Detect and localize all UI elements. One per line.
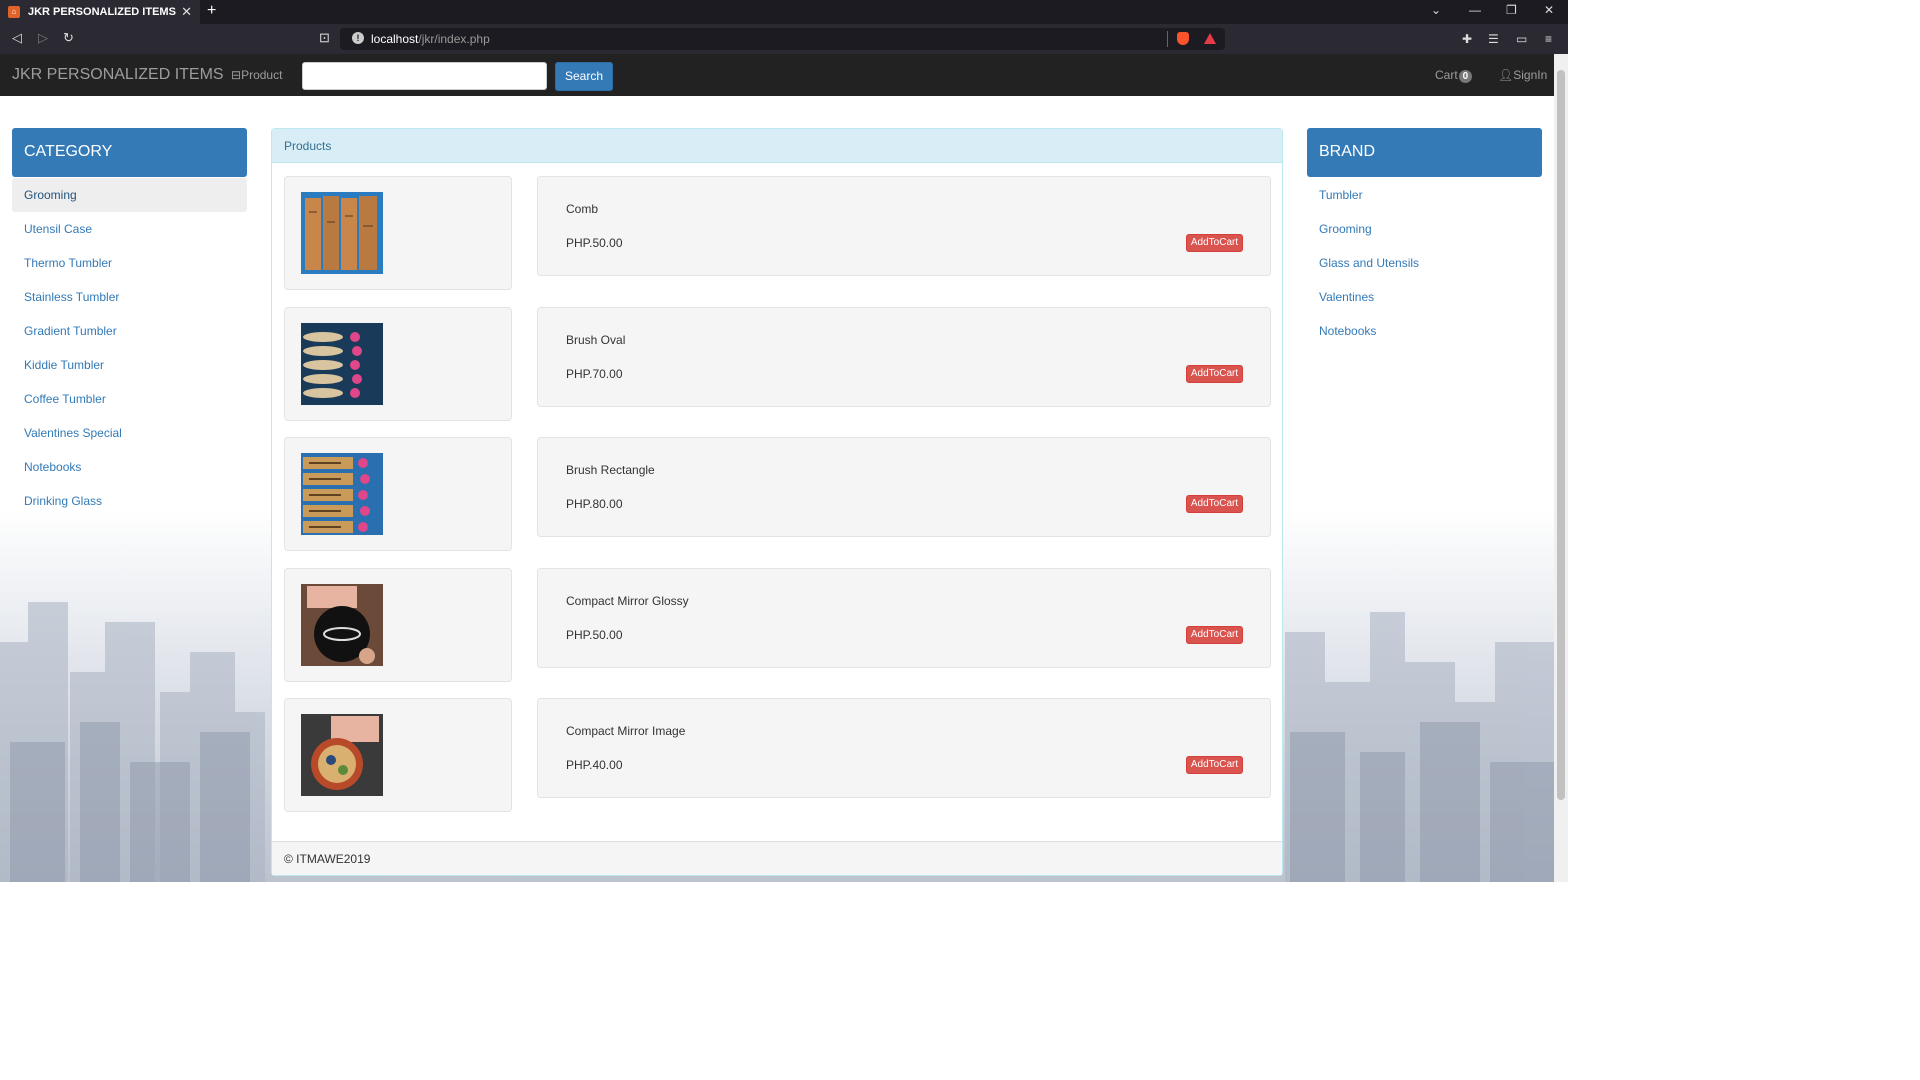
scrollbar-thumb[interactable] (1557, 70, 1565, 800)
category-item-gradient-tumbler[interactable]: Gradient Tumbler (12, 314, 247, 348)
brave-rewards-icon[interactable] (1204, 33, 1216, 44)
brave-shields-icon[interactable] (1177, 32, 1189, 45)
add-to-cart-button[interactable]: AddToCart (1186, 756, 1243, 774)
back-icon[interactable]: ◁ (12, 30, 22, 46)
product-image-compact-mirror-glossy[interactable] (301, 584, 383, 666)
brand-item-grooming[interactable]: Grooming (1307, 212, 1542, 246)
product-image-well (284, 437, 512, 551)
signin-link[interactable]: 👤︎SignIn (1498, 68, 1547, 82)
browser-toolbar: ◁ ▷ ↻ ⊡ ! localhost/jkr/index.php ✚ ☰ ▭ … (0, 24, 1568, 54)
brand-item-valentines[interactable]: Valentines (1307, 280, 1542, 314)
product-image-well (284, 307, 512, 421)
product-info-well: Compact Mirror Image PHP.40.00 AddToCart (537, 698, 1271, 798)
product-image-brush-oval[interactable] (301, 323, 383, 405)
reload-icon[interactable]: ↻ (63, 30, 74, 46)
product-icon: ⊟ (231, 68, 242, 82)
category-item-notebooks[interactable]: Notebooks (12, 450, 247, 484)
category-item-valentines-special[interactable]: Valentines Special (12, 416, 247, 450)
add-to-cart-button[interactable]: AddToCart (1186, 626, 1243, 644)
category-item-stainless-tumbler[interactable]: Stainless Tumbler (12, 280, 247, 314)
product-name[interactable]: Comb (566, 202, 598, 216)
brand-list: Tumbler Grooming Glass and Utensils Vale… (1307, 178, 1542, 348)
address-separator (1167, 31, 1168, 47)
category-list: Grooming Utensil Case Thermo Tumbler Sta… (12, 178, 247, 518)
category-item-drinking-glass[interactable]: Drinking Glass (12, 484, 247, 518)
category-item-coffee-tumbler[interactable]: Coffee Tumbler (12, 382, 247, 416)
close-window-button[interactable]: ✕ (1544, 3, 1554, 17)
web-page: JKR PERSONALIZED ITEMS ⊟Product Search C… (0, 54, 1554, 882)
site-brand[interactable]: JKR PERSONALIZED ITEMS (12, 66, 224, 84)
category-item-grooming[interactable]: Grooming (12, 178, 247, 212)
search-input[interactable] (302, 62, 547, 90)
product-info-well: Brush Oval PHP.70.00 AddToCart (537, 307, 1271, 407)
site-info-icon[interactable]: ! (352, 32, 364, 44)
product-image-well (284, 176, 512, 290)
url-text: localhost/jkr/index.php (371, 32, 490, 46)
browser-tab[interactable]: ⌂ JKR PERSONALIZED ITEMS ✕ (0, 0, 200, 24)
product-image-comb[interactable] (301, 192, 383, 274)
extensions-icon[interactable]: ✚ (1462, 32, 1472, 46)
user-icon: 👤︎ (1498, 68, 1514, 82)
brand-item-glass-and-utensils[interactable]: Glass and Utensils (1307, 246, 1542, 280)
brand-heading: BRAND (1307, 128, 1542, 177)
product-info-well: Comb PHP.50.00 AddToCart (537, 176, 1271, 276)
product-price: PHP.50.00 (566, 236, 623, 250)
playlist-icon[interactable]: ☰ (1488, 32, 1499, 46)
address-bar[interactable]: ! localhost/jkr/index.php (340, 28, 1225, 50)
wallet-icon[interactable]: ▭ (1516, 32, 1527, 46)
product-name[interactable]: Compact Mirror Image (566, 724, 685, 738)
products-panel: Products Comb PHP.50.00 AddToCart Brush … (271, 128, 1283, 876)
category-item-thermo-tumbler[interactable]: Thermo Tumbler (12, 246, 247, 280)
product-image-well (284, 568, 512, 682)
brand-item-tumbler[interactable]: Tumbler (1307, 178, 1542, 212)
product-info-well: Brush Rectangle PHP.80.00 AddToCart (537, 437, 1271, 537)
bookmark-icon[interactable]: ⊡ (319, 30, 330, 46)
nav-product-link[interactable]: ⊟Product (231, 68, 282, 82)
product-image-well (284, 698, 512, 812)
menu-icon[interactable]: ≡ (1545, 32, 1552, 46)
product-price: PHP.70.00 (566, 367, 623, 381)
tab-close-icon[interactable]: ✕ (181, 4, 192, 20)
maximize-button[interactable]: ❐ (1506, 3, 1517, 17)
category-item-kiddie-tumbler[interactable]: Kiddie Tumbler (12, 348, 247, 382)
product-image-brush-rectangle[interactable] (301, 453, 383, 535)
product-image-compact-mirror-image[interactable] (301, 714, 383, 796)
tab-list-icon[interactable]: ⌄ (1431, 3, 1441, 17)
minimize-button[interactable]: — (1469, 3, 1481, 17)
product-info-well: Compact Mirror Glossy PHP.50.00 AddToCar… (537, 568, 1271, 668)
panel-footer: © ITMAWE2019 (272, 841, 1282, 875)
add-to-cart-button[interactable]: AddToCart (1186, 365, 1243, 383)
cart-link[interactable]: Cart 0 (1435, 68, 1473, 83)
category-heading: CATEGORY (12, 128, 247, 177)
search-button[interactable]: Search (555, 62, 613, 91)
page-scrollbar[interactable] (1554, 54, 1568, 882)
brand-item-notebooks[interactable]: Notebooks (1307, 314, 1542, 348)
tab-title: JKR PERSONALIZED ITEMS (28, 6, 176, 18)
new-tab-button[interactable]: + (207, 2, 216, 20)
browser-tab-bar: ⌂ JKR PERSONALIZED ITEMS ✕ + ⌄ — ❐ ✕ (0, 0, 1568, 24)
product-price: PHP.80.00 (566, 497, 623, 511)
product-name[interactable]: Brush Oval (566, 333, 625, 347)
product-name[interactable]: Brush Rectangle (566, 463, 655, 477)
category-item-utensil-case[interactable]: Utensil Case (12, 212, 247, 246)
cart-count-badge: 0 (1458, 70, 1473, 83)
forward-icon[interactable]: ▷ (38, 30, 48, 46)
add-to-cart-button[interactable]: AddToCart (1186, 495, 1243, 513)
top-navbar: JKR PERSONALIZED ITEMS ⊟Product Search C… (0, 54, 1554, 96)
product-price: PHP.40.00 (566, 758, 623, 772)
product-name[interactable]: Compact Mirror Glossy (566, 594, 689, 608)
site-favicon-icon: ⌂ (8, 6, 20, 18)
product-price: PHP.50.00 (566, 628, 623, 642)
products-heading: Products (272, 129, 1282, 163)
add-to-cart-button[interactable]: AddToCart (1186, 234, 1243, 252)
